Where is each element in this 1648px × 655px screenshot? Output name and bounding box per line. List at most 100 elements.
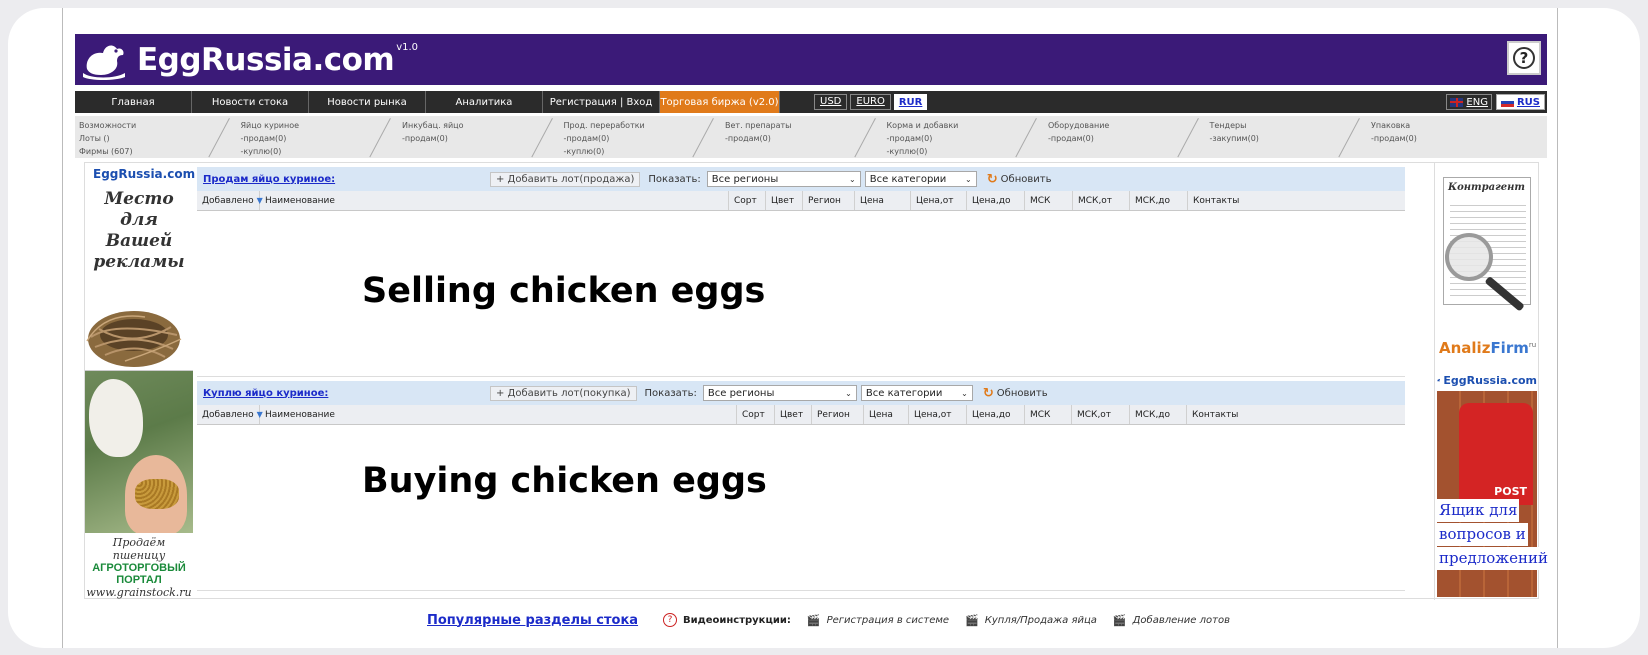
logo-text: EggRussia.com: [137, 42, 395, 78]
analiz-word: Analiz: [1439, 339, 1491, 357]
nest-image: [86, 311, 182, 367]
subnav-link[interactable]: -продам(0): [241, 132, 399, 145]
nav-analytics[interactable]: Аналитика: [426, 91, 543, 113]
mini-logo-text: EggRussia.com: [93, 167, 196, 181]
show-label: Показать:: [648, 173, 701, 185]
sell-region-select[interactable]: Все регионы ⌄: [706, 171, 861, 187]
col-added[interactable]: Добавлено ▼: [197, 191, 263, 210]
currency-euro[interactable]: EURO: [850, 94, 891, 110]
col-price-to[interactable]: Цена,до: [967, 191, 1025, 210]
subnav-link[interactable]: Яйцо куриное: [241, 119, 399, 132]
sell-overlay-label: Selling chicken eggs: [362, 271, 766, 311]
analizfirm-logo[interactable]: AnalizFirmru: [1439, 339, 1536, 357]
currency-usd[interactable]: USD: [814, 94, 848, 110]
subnav-link[interactable]: Упаковка: [1371, 119, 1529, 132]
subnav-link[interactable]: -закупим(0): [1210, 132, 1368, 145]
col-price-to[interactable]: Цена,до: [967, 405, 1025, 424]
nav-register-login[interactable]: Регистрация | Вход: [543, 91, 660, 113]
feedback-post-banner[interactable]: EggRussia.com POST Ящик для вопросов и п…: [1437, 369, 1550, 597]
col-name[interactable]: Наименование: [260, 405, 737, 424]
right-ad-column: Контрагент AnalizFirmru EggRussia.com PO…: [1434, 163, 1550, 600]
col-price-from[interactable]: Цена,от: [911, 191, 967, 210]
col-grade[interactable]: Сорт: [737, 405, 775, 424]
buy-refresh-button[interactable]: ↻ Обновить: [983, 386, 1048, 401]
sell-table-body: Selling chicken eggs: [197, 211, 1405, 377]
subnav-link[interactable]: Корма и добавки: [887, 119, 1045, 132]
language-switch: ENG RUS: [1446, 94, 1545, 110]
col-region[interactable]: Регион: [812, 405, 864, 424]
chevron-down-icon: ⌄: [849, 174, 856, 184]
nav-stock-news[interactable]: Новости стока: [192, 91, 309, 113]
nav-market-news[interactable]: Новости рынка: [309, 91, 426, 113]
buy-region-select[interactable]: Все регионы ⌄: [702, 385, 857, 401]
popular-sections-link[interactable]: Популярные разделы стока: [427, 613, 638, 628]
subnav-link[interactable]: Оборудование: [1048, 119, 1206, 132]
subnav-link[interactable]: Прод. переработки: [564, 119, 722, 132]
col-msk-to[interactable]: МСК,до: [1130, 191, 1188, 210]
buy-title-link[interactable]: Куплю яйцо куриное:: [203, 388, 490, 399]
col-msk-from[interactable]: МСК,от: [1073, 191, 1130, 210]
col-color[interactable]: Цвет: [766, 191, 803, 210]
col-msk[interactable]: МСК: [1025, 191, 1073, 210]
grain-ad-banner[interactable]: Продаём пшеницу АГРОТОРГОВЫЙ ПОРТАЛ www.…: [85, 371, 193, 599]
ru-flag-icon: [1500, 97, 1514, 107]
lang-rus[interactable]: RUS: [1495, 94, 1545, 110]
col-contacts[interactable]: Контакты: [1187, 405, 1351, 424]
buy-overlay-label: Buying chicken eggs: [362, 461, 767, 501]
subnav-link[interactable]: Возможности: [79, 119, 237, 132]
col-price[interactable]: Цена: [864, 405, 909, 424]
col-contacts[interactable]: Контакты: [1188, 191, 1359, 210]
subnav-link[interactable]: Лоты (): [79, 132, 237, 145]
col-price[interactable]: Цена: [855, 191, 911, 210]
col-name[interactable]: Наименование: [260, 191, 729, 210]
nav-exchange[interactable]: Торговая биржа (v2.0): [660, 91, 780, 113]
col-msk-from[interactable]: МСК,от: [1072, 405, 1130, 424]
col-color[interactable]: Цвет: [775, 405, 812, 424]
subnav-chicken-eggs: Яйцо куриное -продам(0) -куплю(0): [237, 116, 399, 158]
buy-toolbar: Куплю яйцо куриное: + Добавить лот(покуп…: [197, 381, 1405, 405]
contragent-ad-banner[interactable]: Контрагент: [1443, 177, 1531, 323]
site-logo[interactable]: EggRussia.com v1.0: [81, 38, 418, 82]
video-link-registration[interactable]: Регистрация в системе: [827, 615, 949, 626]
sell-title-link[interactable]: Продам яйцо куриное:: [203, 174, 490, 185]
add-sell-lot-button[interactable]: + Добавить лот(продажа): [490, 171, 641, 187]
main-nav: Главная Новости стока Новости рынка Анал…: [75, 91, 1547, 113]
add-buy-lot-button[interactable]: + Добавить лот(покупка): [490, 385, 637, 401]
refresh-label: Обновить: [1000, 173, 1052, 185]
ad-banner-place[interactable]: EggRussia.com Место для Вашей рекламы: [85, 163, 196, 371]
buy-category-select[interactable]: Все категории ⌄: [860, 385, 973, 401]
grain-ad-line: www.grainstock.ru: [86, 586, 192, 599]
help-button[interactable]: ?: [1507, 41, 1541, 75]
subnav-link[interactable]: -продам(0): [1048, 132, 1206, 145]
subnav-link[interactable]: -продам(0): [402, 132, 560, 145]
col-msk[interactable]: МСК: [1025, 405, 1072, 424]
page: EggRussia.com v1.0 ? Главная Новости сто…: [62, 8, 1558, 648]
subnav-link[interactable]: -продам(0): [564, 132, 722, 145]
left-ad-column: EggRussia.com Место для Вашей рекламы Пр…: [85, 163, 196, 600]
subnav-link[interactable]: Инкубац. яйцо: [402, 119, 560, 132]
col-grade[interactable]: Сорт: [729, 191, 766, 210]
col-region[interactable]: Регион: [803, 191, 855, 210]
subnav-link[interactable]: -продам(0): [887, 132, 1045, 145]
col-price-from[interactable]: Цена,от: [909, 405, 967, 424]
video-link-trade[interactable]: Купля/Продажа яйца: [985, 615, 1097, 626]
currency-rur[interactable]: RUR: [893, 94, 928, 110]
sell-refresh-button[interactable]: ↻ Обновить: [987, 172, 1052, 187]
subnav-link[interactable]: -продам(0): [725, 132, 883, 145]
col-msk-to[interactable]: МСК,до: [1130, 405, 1187, 424]
subnav-link[interactable]: Вет. препараты: [725, 119, 883, 132]
subnav-link[interactable]: Тендеры: [1210, 119, 1368, 132]
category-value: Все категории: [869, 173, 947, 185]
nav-home[interactable]: Главная: [75, 91, 192, 113]
refresh-label: Обновить: [996, 387, 1048, 399]
sell-category-select[interactable]: Все категории ⌄: [864, 171, 977, 187]
subnav-link[interactable]: -продам(0): [1371, 132, 1529, 145]
lang-eng[interactable]: ENG: [1446, 94, 1492, 110]
analiz-suffix: ru: [1528, 341, 1537, 349]
refresh-icon: ↻: [986, 171, 998, 187]
video-link-add-lots[interactable]: Добавление лотов: [1133, 615, 1230, 626]
chick-logo-icon: [83, 45, 125, 80]
sell-toolbar: Продам яйцо куриное: + Добавить лот(прод…: [197, 167, 1405, 191]
subnav-tenders: Тендеры -закупим(0): [1206, 116, 1368, 158]
col-added[interactable]: Добавлено ▼: [197, 405, 263, 424]
